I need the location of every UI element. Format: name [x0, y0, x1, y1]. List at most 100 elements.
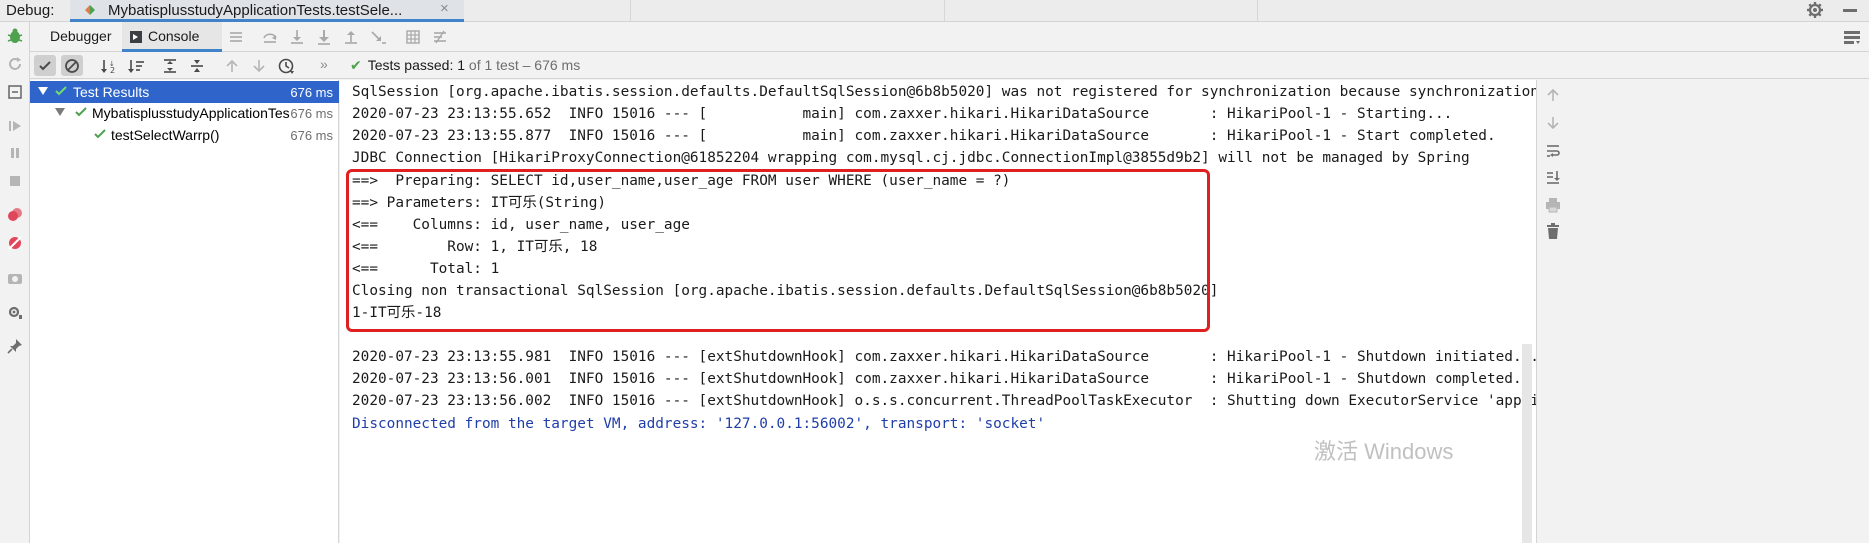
console-scrollbar[interactable] — [1522, 344, 1532, 543]
soft-wrap-icon — [1547, 145, 1560, 157]
console-line: 2020-07-23 23:13:55.652 INFO 15016 --- [… — [352, 106, 1453, 122]
left-debug-toolbar — [0, 22, 30, 543]
next-failed-button[interactable] — [248, 55, 270, 76]
history-icon — [278, 58, 294, 74]
check-icon — [94, 129, 106, 139]
print-button[interactable] — [1543, 195, 1563, 215]
console-line: JDBC Connection [HikariProxyConnection@6… — [352, 150, 1470, 166]
arrow-down-icon — [253, 59, 265, 72]
test-runner-toolbar: ↓ 2 » ✔ Tests passed: 1 of 1 test – 676 ms — [30, 52, 1869, 79]
evaluate-icon[interactable] — [405, 29, 421, 45]
settings-icon[interactable] — [5, 302, 25, 322]
restore-layout-icon[interactable] — [5, 82, 25, 102]
expand-all-button[interactable] — [159, 55, 181, 76]
stop-icon[interactable] — [5, 171, 25, 191]
tree-row-label: Test Results — [73, 84, 150, 100]
console-line: 2020-07-23 23:13:56.001 INFO 15016 --- [… — [352, 371, 1522, 387]
tree-row-test-method[interactable]: testSelectWarrp() 676 ms — [30, 124, 339, 146]
title-separator — [944, 0, 945, 22]
title-separator — [1257, 0, 1258, 22]
trash-icon — [1547, 223, 1559, 239]
sort-duration-button[interactable] — [125, 55, 147, 76]
view-breakpoints-icon[interactable] — [5, 205, 25, 225]
show-passed-button[interactable] — [34, 55, 56, 76]
history-button[interactable] — [275, 55, 297, 76]
show-ignored-button[interactable] — [61, 55, 83, 76]
run-to-cursor-icon[interactable] — [370, 29, 386, 45]
scroll-to-end-icon — [1547, 171, 1560, 184]
collapse-all-icon — [191, 59, 203, 72]
tab-console[interactable]: Console — [122, 22, 222, 52]
scroll-down-button[interactable] — [1543, 113, 1563, 133]
test-results-tree: Test Results 676 ms MybatisplusstudyAppl… — [30, 80, 339, 543]
step-over-icon[interactable] — [262, 29, 278, 45]
arrow-up-icon — [1547, 88, 1559, 101]
tree-row-test-class[interactable]: MybatisplusstudyApplicationTes 676 ms — [30, 102, 339, 124]
menu-lines-icon[interactable] — [228, 29, 244, 45]
sort-duration-icon — [128, 59, 144, 73]
check-icon — [39, 60, 51, 70]
tab-console-label: Console — [148, 28, 200, 44]
sort-alpha-icon: ↓2 — [101, 59, 115, 74]
sort-alpha-button[interactable]: ↓ 2 — [98, 55, 120, 76]
step-into-icon[interactable] — [289, 29, 305, 45]
print-icon — [1546, 198, 1560, 213]
pin-icon[interactable] — [5, 336, 25, 356]
expand-arrow-icon[interactable] — [55, 108, 65, 116]
console-icon — [130, 31, 142, 43]
debug-session-tab[interactable]: MybatisplusstudyApplicationTests.testSel… — [70, 0, 464, 22]
ignored-icon — [65, 58, 79, 73]
svg-text:2: 2 — [110, 66, 115, 74]
trace-icon[interactable] — [432, 29, 448, 45]
tree-row-label: MybatisplusstudyApplicationTes — [92, 105, 290, 121]
resume-icon[interactable] — [5, 116, 25, 136]
rerun-icon[interactable] — [5, 54, 25, 74]
gear-icon[interactable] — [1806, 1, 1824, 19]
pause-icon[interactable] — [5, 143, 25, 163]
arrow-down-icon — [1547, 117, 1559, 130]
debug-toolbar: Debugger Console — [30, 22, 1869, 52]
test-status: ✔ Tests passed: 1 of 1 test – 676 ms — [350, 57, 580, 74]
tree-row-duration: 676 ms — [290, 128, 333, 143]
junit-icon — [85, 5, 95, 15]
mute-breakpoints-icon[interactable] — [5, 233, 25, 253]
force-step-into-icon[interactable] — [316, 29, 332, 45]
highlight-box — [346, 169, 1210, 332]
prev-failed-button[interactable] — [221, 55, 243, 76]
test-status-detail: of 1 test – 676 ms — [465, 57, 581, 73]
layout-icon[interactable] — [1843, 29, 1861, 45]
expand-all-icon — [164, 58, 176, 73]
scroll-up-button[interactable] — [1543, 85, 1563, 105]
step-out-icon[interactable] — [343, 29, 359, 45]
console-output[interactable]: SqlSession [org.apache.ibatis.session.de… — [340, 80, 1536, 543]
more-chevron-icon[interactable]: » — [320, 56, 328, 72]
tree-row-test-results[interactable]: Test Results 676 ms — [30, 81, 339, 103]
tree-row-duration: 676 ms — [290, 85, 333, 100]
debug-label: Debug: — [6, 2, 55, 19]
collapse-all-button[interactable] — [186, 55, 208, 76]
camera-icon[interactable] — [5, 268, 25, 288]
tree-row-label: testSelectWarrp() — [111, 127, 220, 143]
debug-titlebar: Debug: MybatisplusstudyApplicationTests.… — [0, 0, 1869, 22]
title-separator — [630, 0, 631, 22]
minimize-icon[interactable] — [1843, 9, 1857, 12]
check-icon — [75, 107, 87, 117]
scroll-to-end-button[interactable] — [1543, 167, 1563, 187]
console-line: 2020-07-23 23:13:55.981 INFO 15016 --- [… — [352, 349, 1536, 365]
expand-arrow-icon[interactable] — [38, 87, 48, 95]
console-line: SqlSession [org.apache.ibatis.session.de… — [352, 84, 1536, 100]
check-icon: ✔ — [350, 57, 362, 73]
clear-all-button[interactable] — [1543, 221, 1563, 241]
debug-bug-icon[interactable] — [5, 26, 25, 46]
console-line-system: Disconnected from the target VM, address… — [352, 416, 1046, 432]
debug-tab-title: MybatisplusstudyApplicationTests.testSel… — [108, 2, 403, 19]
test-status-summary: Tests passed: 1 — [367, 57, 466, 73]
soft-wrap-button[interactable] — [1543, 141, 1563, 161]
console-line: 2020-07-23 23:13:55.877 INFO 15016 --- [… — [352, 128, 1496, 144]
arrow-up-icon — [226, 59, 238, 72]
tree-row-duration: 676 ms — [290, 106, 333, 121]
check-icon — [55, 86, 67, 96]
console-line: 2020-07-23 23:13:56.002 INFO 15016 --- [… — [352, 393, 1536, 409]
tab-debugger[interactable]: Debugger — [50, 28, 112, 44]
close-icon[interactable]: × — [440, 0, 449, 17]
